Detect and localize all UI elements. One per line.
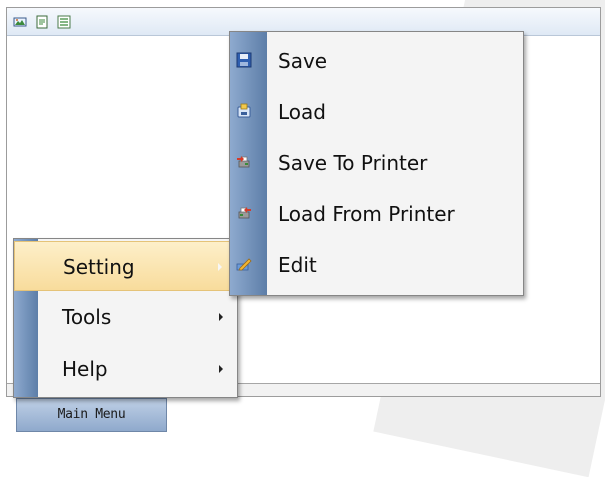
submenu-arrow-icon xyxy=(219,365,223,373)
save-to-printer-icon xyxy=(236,154,252,170)
list-icon[interactable] xyxy=(57,15,71,29)
menu-item-load[interactable]: Load xyxy=(230,87,523,137)
menu-item-label: Tools xyxy=(62,305,112,329)
menu-item-save-to-printer[interactable]: Save To Printer xyxy=(230,138,523,188)
menu-item-tools[interactable]: Tools xyxy=(14,292,237,342)
menu-item-label: Load xyxy=(278,100,326,124)
document-icon[interactable] xyxy=(35,15,49,29)
menu-item-label: Setting xyxy=(63,255,135,279)
menu-item-help[interactable]: Help xyxy=(14,344,237,394)
setting-submenu: Save Load Save To Printer Load From Prin… xyxy=(229,31,524,296)
main-menu-popup: Setting Tools Help xyxy=(13,238,238,398)
menu-item-label: Edit xyxy=(278,253,317,277)
edit-pencil-icon xyxy=(236,256,252,272)
menu-item-setting[interactable]: Setting xyxy=(14,241,237,291)
menu-item-label: Help xyxy=(62,357,108,381)
menu-item-label: Load From Printer xyxy=(278,202,455,226)
menu-item-save[interactable]: Save xyxy=(230,36,523,86)
menu-item-label: Save To Printer xyxy=(278,151,428,175)
submenu-arrow-icon xyxy=(218,263,222,271)
menu-item-label: Save xyxy=(278,49,328,73)
main-menu-label: Main Menu xyxy=(57,407,126,422)
load-folder-icon xyxy=(236,103,252,119)
save-disk-icon xyxy=(236,52,252,68)
submenu-arrow-icon xyxy=(219,313,223,321)
image-icon[interactable] xyxy=(13,15,27,29)
menu-item-load-from-printer[interactable]: Load From Printer xyxy=(230,189,523,239)
main-menu-button[interactable]: Main Menu xyxy=(16,398,167,432)
menu-item-edit[interactable]: Edit xyxy=(230,240,523,290)
load-from-printer-icon xyxy=(236,205,252,221)
